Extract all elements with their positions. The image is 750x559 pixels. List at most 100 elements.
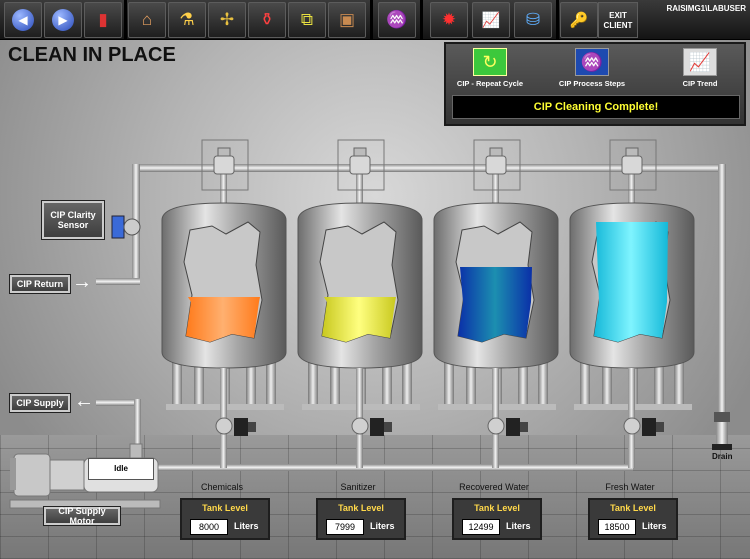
tank-liquid	[594, 222, 668, 342]
tank-leg	[308, 358, 318, 408]
tank	[161, 139, 287, 468]
valve-actuator	[625, 147, 639, 157]
forward-arrow-icon: ▶	[52, 9, 74, 31]
back-button[interactable]: ◀	[4, 2, 42, 38]
login-button[interactable]: 🔑	[560, 2, 598, 38]
valve-actuator	[489, 147, 503, 157]
cylinder-icon: ▮	[98, 10, 108, 29]
cip-trend-button[interactable]: 📈 CIP Trend	[660, 48, 740, 88]
tank-leg	[444, 358, 454, 408]
drain-outlet	[712, 412, 732, 450]
tank-leg	[266, 358, 276, 408]
cip-button[interactable]: ♒	[378, 2, 416, 38]
network-icon: ⛁	[525, 10, 541, 29]
exit-label: EXIT	[609, 11, 627, 20]
tank-level-unit: Liters	[370, 521, 395, 531]
cip-supply-label: CIP Supply	[9, 393, 71, 413]
clarity-sensor-text: CIP Clarity Sensor	[50, 210, 96, 230]
inventory-button[interactable]: ▮	[84, 2, 122, 38]
network-button[interactable]: ⛁	[514, 2, 552, 38]
toolbar-separator	[124, 0, 127, 40]
client-label: CLIENT	[603, 21, 633, 30]
supply-motor-label: CIP Supply Motor	[43, 506, 121, 526]
fan-icon: ✢	[219, 10, 235, 29]
repeat-cycle-icon: ↻	[473, 48, 507, 76]
tank-level-value: 18500	[598, 519, 636, 535]
toolbar-separator	[556, 0, 559, 40]
cip-status-message: CIP Cleaning Complete!	[452, 95, 740, 119]
alarm-icon: ✹	[441, 10, 457, 29]
package-button[interactable]: ▣	[328, 2, 366, 38]
clarity-sensor-label: CIP Clarity Sensor	[41, 200, 105, 240]
supply-motor-text: CIP Supply Motor	[58, 506, 106, 526]
inlet-valve-icon	[213, 155, 235, 175]
supply-arrow-icon: ←	[74, 390, 94, 412]
tank-name: Chemicals	[200, 482, 243, 492]
user-label: RAISIMG1\LABUSER	[666, 4, 746, 13]
flask-icon: ⚗	[179, 10, 195, 29]
toolbar-separator	[420, 0, 423, 40]
forward-button[interactable]: ▶	[44, 2, 82, 38]
plant-button[interactable]: ⌂	[128, 2, 166, 38]
inlet-valve-icon	[621, 155, 643, 175]
tank-level-display: Tank Level 12499 Liters	[452, 498, 542, 540]
tank-leg	[674, 358, 684, 408]
cip-return-pipe	[96, 278, 140, 285]
tank	[297, 139, 423, 468]
tank-level-value: 8000	[190, 519, 228, 535]
tank-leg	[172, 358, 182, 408]
tank-level-value: 12499	[462, 519, 500, 535]
tank-level-display: Tank Level 8000 Liters	[180, 498, 270, 540]
drain-label: Drain	[712, 452, 733, 461]
tank-level-value: 7999	[326, 519, 364, 535]
reagent-button[interactable]: ⚱	[248, 2, 286, 38]
trend-icon: 📈	[481, 12, 501, 29]
cip-control-panel: ↻ CIP - Repeat Cycle ♒ CIP Process Steps…	[444, 42, 746, 126]
tank-level-unit: Liters	[506, 521, 531, 531]
return-arrow-icon: →	[72, 271, 92, 293]
valve-actuator-cap	[248, 422, 256, 432]
valve-actuator-cap	[520, 422, 528, 432]
cip-process-steps-label: CIP Process Steps	[558, 79, 626, 88]
page-title: CLEAN IN PLACE	[8, 44, 176, 66]
process-steps-icon: ♒	[575, 48, 609, 76]
tank-level-title: Tank Level	[610, 503, 656, 513]
exit-client-button[interactable]: EXIT CLIENT	[598, 2, 638, 38]
bottle-icon: ⚱	[259, 10, 275, 29]
tank-name: Fresh Water	[605, 482, 655, 492]
tank	[569, 139, 695, 468]
process-button[interactable]: ⧉	[288, 2, 326, 38]
cip-process-steps-button[interactable]: ♒ CIP Process Steps	[552, 48, 632, 88]
toolbar-separator	[370, 0, 373, 40]
inlet-valve-icon	[349, 155, 371, 175]
tank-name: Recovered Water	[459, 482, 529, 492]
trend-button[interactable]: 📈	[472, 2, 510, 38]
tank-liquid	[322, 297, 396, 342]
tank-level-title: Tank Level	[474, 503, 520, 513]
tank-leg	[580, 358, 590, 408]
lab-button[interactable]: ⚗	[168, 2, 206, 38]
tank-name: Sanitizer	[340, 482, 376, 492]
outlet-valve-icon	[351, 417, 369, 435]
valve-actuator-cap	[656, 422, 664, 432]
motor-status-display: Idle	[88, 458, 154, 480]
tank-level-unit: Liters	[234, 521, 259, 531]
valve-actuator	[353, 147, 367, 157]
toolbar: ◀ ▶ ▮ ⌂ ⚗ ✢ ⚱ ⧉ ▣ ♒ ✹ 📈 ⛁ 🔑 EXIT CLIENT …	[0, 0, 750, 40]
process-icon: ⧉	[300, 10, 314, 29]
wash-icon: ♒	[386, 10, 408, 29]
valve-actuator	[234, 418, 248, 436]
tank-level-unit: Liters	[642, 521, 667, 531]
valve-actuator	[217, 147, 231, 157]
tank-level-display: Tank Level 18500 Liters	[588, 498, 678, 540]
tank-leg	[402, 358, 412, 408]
outlet-valve-icon	[623, 417, 641, 435]
valve-actuator	[506, 418, 520, 436]
valve-actuator	[642, 418, 656, 436]
cip-repeat-cycle-button[interactable]: ↻ CIP - Repeat Cycle	[450, 48, 530, 88]
key-icon: 🔑	[569, 12, 589, 29]
alarm-button[interactable]: ✹	[430, 2, 468, 38]
fan-button[interactable]: ✢	[208, 2, 246, 38]
tank-liquid	[186, 297, 260, 342]
outlet-valve-icon	[215, 417, 233, 435]
